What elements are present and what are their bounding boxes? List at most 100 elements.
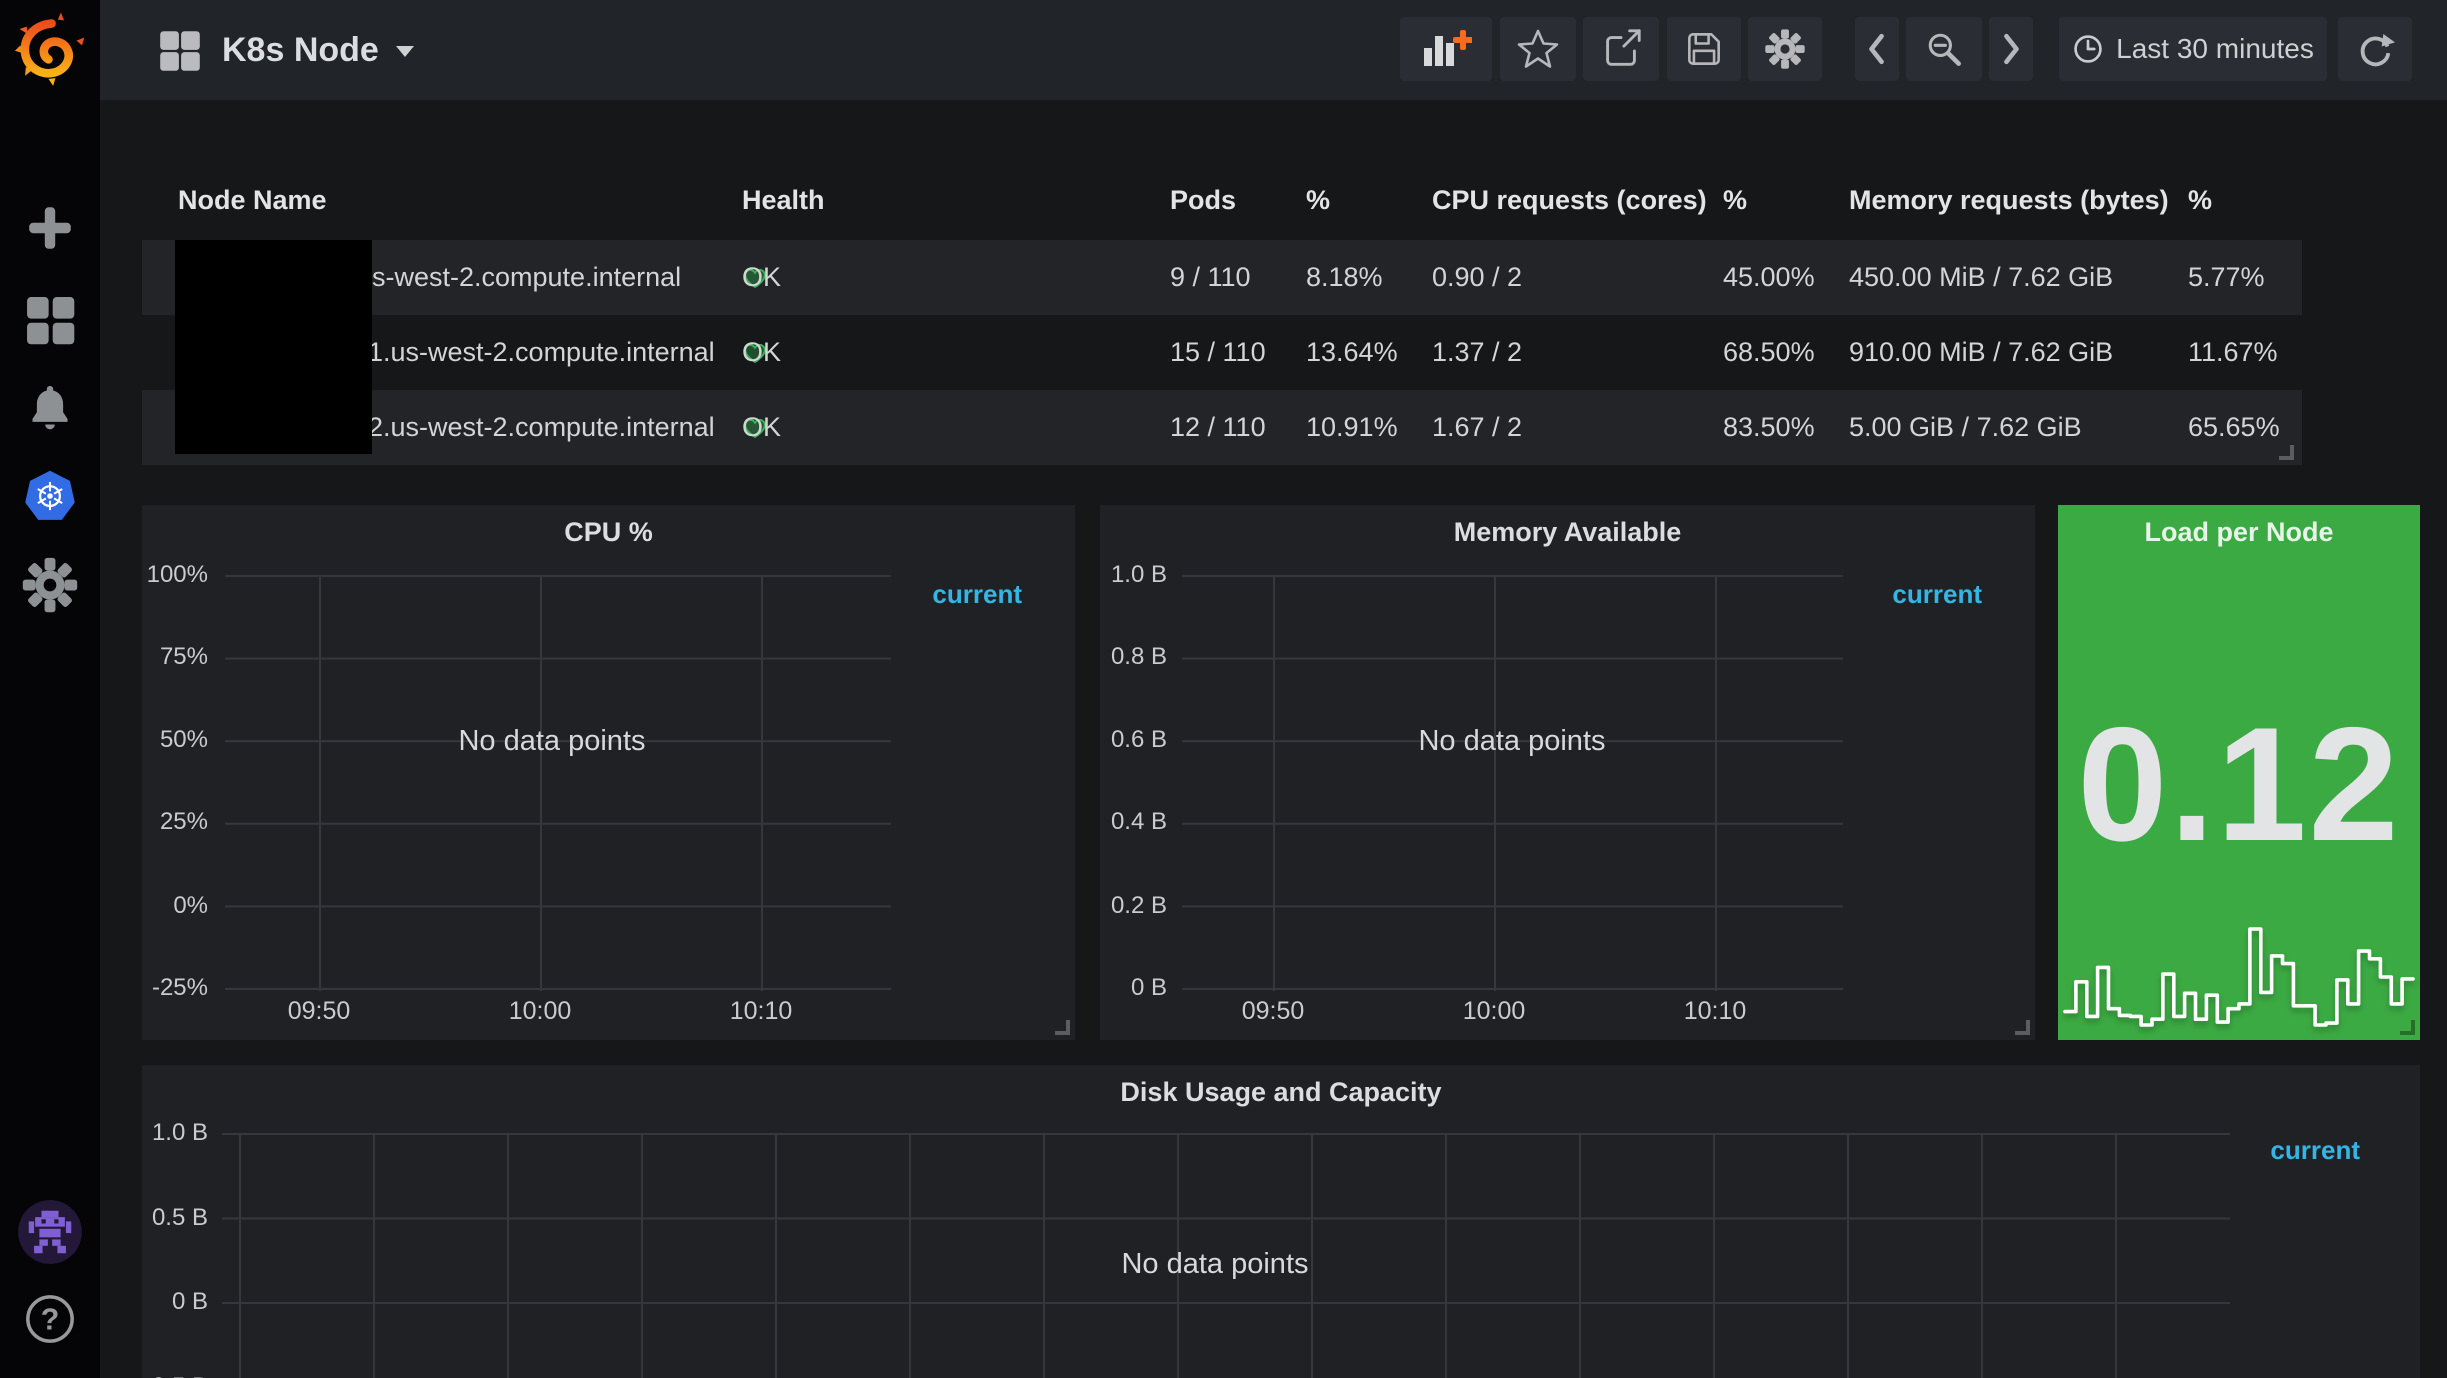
col-mem-pct[interactable]: %: [2188, 170, 2212, 230]
memory-plot[interactable]: [1182, 575, 1843, 991]
chevron-left-icon: [1866, 31, 1888, 67]
col-pods-pct[interactable]: %: [1306, 170, 1330, 230]
add-panel-icon: [1420, 26, 1472, 72]
load-sparkline: [2062, 907, 2416, 1033]
col-cpu-pct[interactable]: %: [1723, 170, 1747, 230]
share-icon: [1598, 26, 1644, 72]
cpu-ytick: -25%: [142, 975, 208, 1001]
save-button[interactable]: [1667, 17, 1741, 81]
share-button[interactable]: [1583, 17, 1659, 81]
dashboard-dropdown-caret[interactable]: [396, 46, 414, 57]
zoom-out-button[interactable]: [1906, 17, 1982, 81]
cpu-panel: CPU % current 100% 75% 50% 25% 0% -25% 0…: [142, 505, 1075, 1040]
col-cpu-req[interactable]: CPU requests (cores): [1432, 170, 1707, 230]
disk-legend-current[interactable]: current: [2270, 1135, 2360, 1166]
dashboard-title[interactable]: K8s Node: [222, 0, 379, 100]
save-icon: [1682, 27, 1726, 71]
memory-ytick: 0.8 B: [1100, 644, 1167, 670]
gear-icon: [21, 556, 79, 614]
col-mem-req[interactable]: Memory requests (bytes): [1849, 170, 2169, 230]
time-forward-button[interactable]: [1989, 17, 2033, 81]
dashboard-icon[interactable]: [158, 29, 202, 73]
memory-ytick: 0 B: [1100, 975, 1167, 1001]
load-panel-title[interactable]: Load per Node: [2058, 517, 2420, 548]
col-node-name[interactable]: Node Name: [178, 170, 327, 230]
grafana-app: ? K8s Node: [0, 0, 2447, 1378]
cpu-panel-title[interactable]: CPU %: [142, 517, 1075, 548]
sidebar-item-help[interactable]: ?: [0, 1288, 100, 1350]
kubernetes-icon: [20, 467, 80, 527]
cpu-ytick: 0%: [142, 893, 208, 919]
sidebar-user-avatar[interactable]: [0, 1196, 100, 1268]
load-stat-value: 0.12: [2058, 670, 2420, 900]
cpu-plot[interactable]: [225, 575, 891, 991]
refresh-button[interactable]: [2338, 17, 2412, 81]
settings-button[interactable]: [1748, 17, 1822, 81]
memory-panel: Memory Available current 1.0 B 0.8 B 0.6…: [1100, 505, 2035, 1040]
sidebar-item-dashboards[interactable]: [0, 292, 100, 348]
cell-pods: 15 / 110: [1170, 315, 1266, 390]
add-panel-button[interactable]: [1400, 17, 1492, 81]
panel-resize-handle[interactable]: [1055, 1020, 1070, 1035]
cpu-ytick: 75%: [142, 644, 208, 670]
cpu-no-data-text: No data points: [422, 725, 682, 758]
sidebar-item-add[interactable]: [0, 200, 100, 256]
panel-resize-handle[interactable]: [2400, 1020, 2415, 1035]
memory-ytick: 0.2 B: [1100, 893, 1167, 919]
disk-ytick: 0 B: [142, 1289, 208, 1315]
memory-no-data-text: No data points: [1382, 725, 1642, 758]
table-row: 2.us-west-2.compute.internal OK 12 / 110…: [142, 390, 2302, 465]
time-back-button[interactable]: [1855, 17, 1899, 81]
cpu-xtick: 10:00: [480, 997, 600, 1025]
table-header: Node Name Health Pods % CPU requests (co…: [142, 170, 2302, 230]
memory-xtick: 10:00: [1434, 997, 1554, 1025]
sidebar: ?: [0, 0, 100, 1378]
sidebar-item-configuration[interactable]: [0, 556, 100, 614]
cell-pods-pct: 13.64%: [1306, 315, 1398, 390]
dashboards-grid-icon: [23, 293, 77, 347]
memory-ytick: 0.4 B: [1100, 809, 1167, 835]
memory-panel-title[interactable]: Memory Available: [1100, 517, 2035, 548]
memory-ytick: 1.0 B: [1100, 562, 1167, 588]
memory-ytick: 0.6 B: [1100, 727, 1167, 753]
cell-node-name: s-west-2.compute.internal: [372, 240, 681, 315]
sidebar-item-kubernetes[interactable]: [0, 466, 100, 528]
grafana-logo[interactable]: [0, 8, 100, 92]
cell-node-name: 1.us-west-2.compute.internal: [368, 315, 715, 390]
cpu-ytick: 25%: [142, 809, 208, 835]
cell-pods-pct: 10.91%: [1306, 390, 1398, 465]
plus-icon: [24, 202, 76, 254]
settings-gear-icon: [1764, 28, 1806, 70]
memory-legend-current[interactable]: current: [1892, 579, 1982, 610]
cpu-legend-current[interactable]: current: [932, 579, 1022, 610]
cell-mem-pct: 5.77%: [2188, 240, 2265, 315]
node-table-panel: Node Name Health Pods % CPU requests (co…: [142, 150, 2302, 472]
disk-panel-title[interactable]: Disk Usage and Capacity: [142, 1077, 2420, 1108]
col-health[interactable]: Health: [742, 170, 825, 230]
cell-pods: 9 / 110: [1170, 240, 1251, 315]
health-text: OK: [742, 315, 781, 390]
navbar: K8s Node: [100, 0, 2447, 100]
cell-health: OK: [742, 315, 768, 390]
grafana-flame-icon: [11, 11, 89, 89]
time-picker-button[interactable]: Last 30 minutes: [2059, 17, 2327, 81]
cell-mem-req: 450.00 MiB / 7.62 GiB: [1849, 240, 2113, 315]
panel-resize-handle[interactable]: [2279, 445, 2294, 460]
col-pods[interactable]: Pods: [1170, 170, 1236, 230]
panel-resize-handle[interactable]: [2015, 1020, 2030, 1035]
cell-mem-pct: 65.65%: [2188, 390, 2280, 465]
health-text: OK: [742, 240, 781, 315]
cpu-ytick: 100%: [142, 562, 208, 588]
cell-mem-req: 5.00 GiB / 7.62 GiB: [1849, 390, 2082, 465]
cell-mem-pct: 11.67%: [2188, 315, 2278, 390]
cell-mem-req: 910.00 MiB / 7.62 GiB: [1849, 315, 2113, 390]
sidebar-item-alerting[interactable]: [0, 378, 100, 436]
cell-pods: 12 / 110: [1170, 390, 1266, 465]
disk-panel: Disk Usage and Capacity current 1.0 B 0.…: [142, 1065, 2420, 1378]
table-row: 1.us-west-2.compute.internal OK 15 / 110…: [142, 315, 2302, 390]
star-icon: [1516, 27, 1560, 71]
cpu-ytick: 50%: [142, 727, 208, 753]
star-button[interactable]: [1500, 17, 1576, 81]
table-row: s-west-2.compute.internal OK 9 / 110 8.1…: [142, 240, 2302, 315]
redaction-overlay: [175, 240, 372, 454]
